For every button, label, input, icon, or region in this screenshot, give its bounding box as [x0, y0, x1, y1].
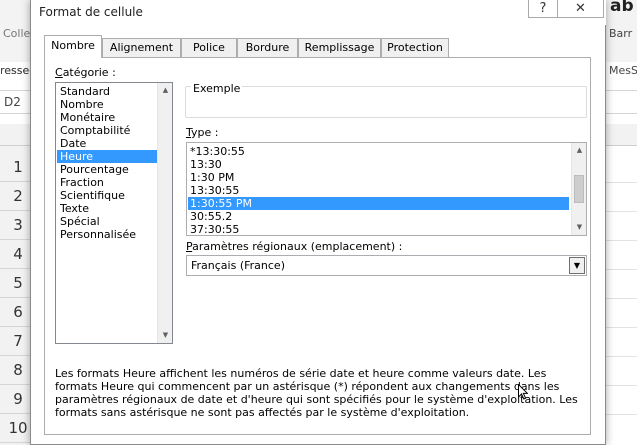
category-item-special[interactable]: Spécial [57, 215, 158, 228]
category-label-text: atégorie : [62, 66, 116, 79]
sheet-cells-right[interactable] [605, 146, 637, 445]
dialog-title: Format de cellule [39, 5, 143, 19]
tab-bordure[interactable]: Bordure [237, 38, 298, 57]
type-label-text: ype : [191, 126, 219, 139]
ribbon-style-preview[interactable]: ab [610, 0, 634, 16]
category-label: Catégorie : [55, 66, 116, 79]
type-item[interactable]: 1:30 PM [188, 171, 569, 184]
category-item-scientifique[interactable]: Scientifique [57, 189, 158, 202]
scroll-down-icon[interactable]: ▼ [158, 328, 173, 343]
type-label: Type : [186, 126, 218, 139]
gridline [605, 327, 637, 328]
help-icon: ? [539, 1, 547, 16]
region-select[interactable]: Français (France) ▼ [186, 255, 587, 276]
example-label: Exemple [191, 82, 243, 95]
tab-remplissage[interactable]: Remplissage [298, 38, 381, 57]
name-box[interactable]: D2 [4, 95, 21, 109]
gridline [605, 414, 637, 415]
category-item-nombre[interactable]: Nombre [57, 98, 158, 111]
gridline [605, 385, 637, 386]
category-item-monetaire[interactable]: Monétaire [57, 111, 158, 124]
dialog-titlebar[interactable]: Format de cellule ? ✕ [31, 0, 606, 25]
category-item-fraction[interactable]: Fraction [57, 176, 158, 189]
category-item-personnalisee[interactable]: Personnalisée [57, 228, 158, 241]
category-label-accesskey: C [55, 66, 63, 79]
scroll-up-icon[interactable]: ▲ [158, 83, 173, 98]
scroll-down-icon[interactable]: ▼ [572, 220, 586, 235]
type-item[interactable]: *13:30:55 [188, 145, 569, 158]
example-group [185, 86, 587, 118]
scroll-up-icon[interactable]: ▲ [572, 143, 586, 158]
gridline [605, 269, 637, 270]
category-item-standard[interactable]: Standard [57, 85, 158, 98]
gridline [605, 240, 637, 241]
ribbon-group-fragment-left: resse- [0, 64, 34, 77]
close-icon: ✕ [575, 1, 586, 16]
type-item[interactable]: 13:30:55 [188, 184, 569, 197]
gridline [605, 182, 637, 183]
category-item-texte[interactable]: Texte [57, 202, 158, 215]
category-item-heure[interactable]: Heure [57, 150, 158, 163]
category-item-date[interactable]: Date [57, 137, 158, 150]
chevron-down-icon[interactable]: ▼ [569, 257, 585, 274]
type-item[interactable]: 37:30:55 [188, 223, 569, 235]
gridline [605, 211, 637, 212]
format-cells-dialog: Format de cellule ? ✕ Nombre Alignement … [30, 0, 606, 445]
ribbon-right-fragment[interactable]: Barr [609, 27, 632, 40]
ribbon-group-fragment-right: MesSt [609, 64, 637, 77]
tab-nombre[interactable]: Nombre [44, 35, 102, 58]
format-description: Les formats Heure affichent les numéros … [55, 367, 578, 419]
nombre-tab-panel: Catégorie : Standard Nombre Monétaire Co… [44, 57, 591, 435]
region-label: Paramètres régionaux (emplacement) : [186, 240, 402, 253]
mouse-cursor-icon [518, 384, 528, 400]
gridline [605, 298, 637, 299]
tab-police[interactable]: Police [181, 38, 237, 57]
region-label-text: aramètres régionaux (emplacement) : [192, 240, 403, 253]
tab-alignement[interactable]: Alignement [102, 38, 181, 57]
category-scrollbar[interactable]: ▲ ▼ [157, 83, 172, 343]
gridline [605, 356, 637, 357]
category-item-pourcentage[interactable]: Pourcentage [57, 163, 158, 176]
help-button[interactable]: ? [528, 0, 558, 18]
tab-protection[interactable]: Protection [381, 38, 449, 57]
close-button[interactable]: ✕ [558, 0, 604, 18]
type-item[interactable]: 30:55.2 [188, 210, 569, 223]
region-select-value: Français (France) [191, 259, 285, 272]
type-scrollbar[interactable]: ▲ ▼ [571, 143, 586, 235]
ribbon-paste-fragment[interactable]: Colle [3, 27, 30, 40]
category-list[interactable]: Standard Nombre Monétaire Comptabilité D… [55, 82, 173, 344]
category-item-comptabilite[interactable]: Comptabilité [57, 124, 158, 137]
type-item-selected[interactable]: 1:30:55 PM [188, 197, 569, 210]
type-list[interactable]: *13:30:55 13:30 1:30 PM 13:30:55 1:30:55… [186, 142, 587, 236]
type-item[interactable]: 13:30 [188, 158, 569, 171]
scroll-thumb[interactable] [574, 175, 584, 203]
